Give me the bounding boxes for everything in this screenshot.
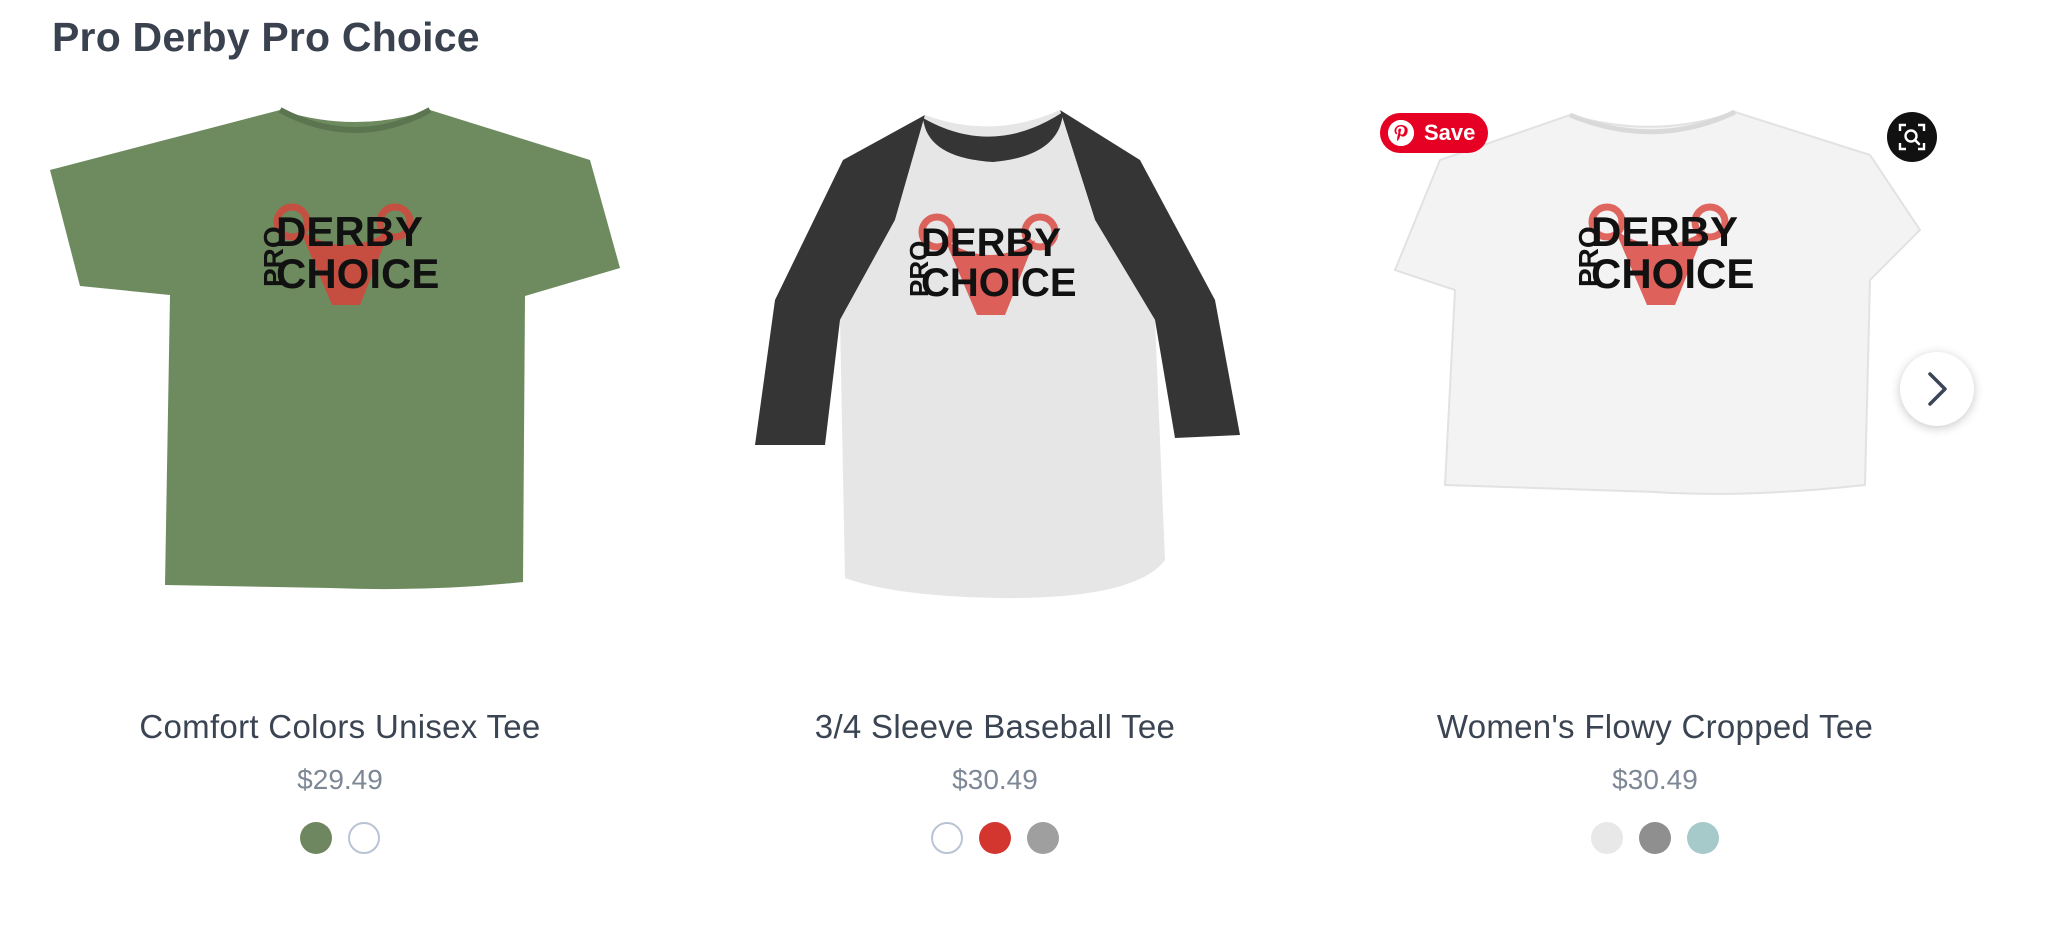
- visual-search-icon: [1898, 123, 1926, 151]
- tshirt-illustration: PRO DERBY CHOICE: [1393, 109, 1922, 495]
- color-swatch-white[interactable]: [931, 822, 963, 854]
- carousel-next-button[interactable]: [1900, 352, 1974, 426]
- shirt-design: PRO DERBY CHOICE: [258, 203, 439, 305]
- color-swatch-teal[interactable]: [1687, 822, 1719, 854]
- color-swatch-light-gray[interactable]: [1591, 822, 1623, 854]
- section-title: Pro Derby Pro Choice: [52, 14, 480, 60]
- product-name[interactable]: 3/4 Sleeve Baseball Tee: [665, 708, 1325, 746]
- product-card-flowy-cropped-tee[interactable]: PRO DERBY CHOICE Women's Flowy Cropped T…: [1325, 100, 1985, 880]
- visual-search-button[interactable]: [1887, 112, 1937, 162]
- shirt-design: PRO DERBY CHOICE: [1573, 203, 1754, 305]
- print-line1-text: DERBY: [276, 208, 423, 255]
- pinterest-save-button[interactable]: Save: [1380, 113, 1488, 153]
- chevron-right-icon: [1928, 372, 1947, 406]
- color-swatches: [1325, 822, 1985, 854]
- print-line1-text: DERBY: [921, 221, 1061, 265]
- product-name[interactable]: Comfort Colors Unisex Tee: [10, 708, 670, 746]
- color-swatches: [665, 822, 1325, 854]
- product-image[interactable]: PRO DERBY CHOICE: [10, 100, 670, 660]
- product-name[interactable]: Women's Flowy Cropped Tee: [1325, 708, 1985, 746]
- tshirt-illustration: PRO DERBY CHOICE: [50, 107, 620, 590]
- color-swatch-gray[interactable]: [1027, 822, 1059, 854]
- color-swatch-green[interactable]: [300, 822, 332, 854]
- product-card-comfort-colors-tee[interactable]: PRO DERBY CHOICE Comfort Colors Unisex T…: [10, 100, 670, 880]
- product-price: $30.49: [952, 764, 1038, 795]
- product-price: $29.49: [297, 764, 383, 795]
- product-image[interactable]: PRO DERBY CHOICE: [1325, 100, 1985, 660]
- pinterest-icon: [1388, 120, 1414, 146]
- product-card-baseball-tee[interactable]: PRO DERBY CHOICE 3/4 Sleeve Baseball Tee…: [665, 100, 1325, 880]
- print-line2-text: CHOICE: [1591, 250, 1754, 297]
- color-swatch-red[interactable]: [979, 822, 1011, 854]
- print-line2-text: CHOICE: [921, 261, 1077, 305]
- shirt-design: PRO DERBY CHOICE: [904, 213, 1077, 315]
- print-line2-text: CHOICE: [276, 250, 439, 297]
- tshirt-illustration: PRO DERBY CHOICE: [755, 110, 1240, 599]
- color-swatches: [10, 822, 670, 854]
- shirt-body: [50, 110, 620, 590]
- color-swatch-gray[interactable]: [1639, 822, 1671, 854]
- product-price: $30.49: [1612, 764, 1698, 795]
- print-line1-text: DERBY: [1591, 208, 1738, 255]
- product-image[interactable]: PRO DERBY CHOICE: [665, 100, 1325, 660]
- color-swatch-white[interactable]: [348, 822, 380, 854]
- pinterest-save-label: Save: [1424, 120, 1476, 145]
